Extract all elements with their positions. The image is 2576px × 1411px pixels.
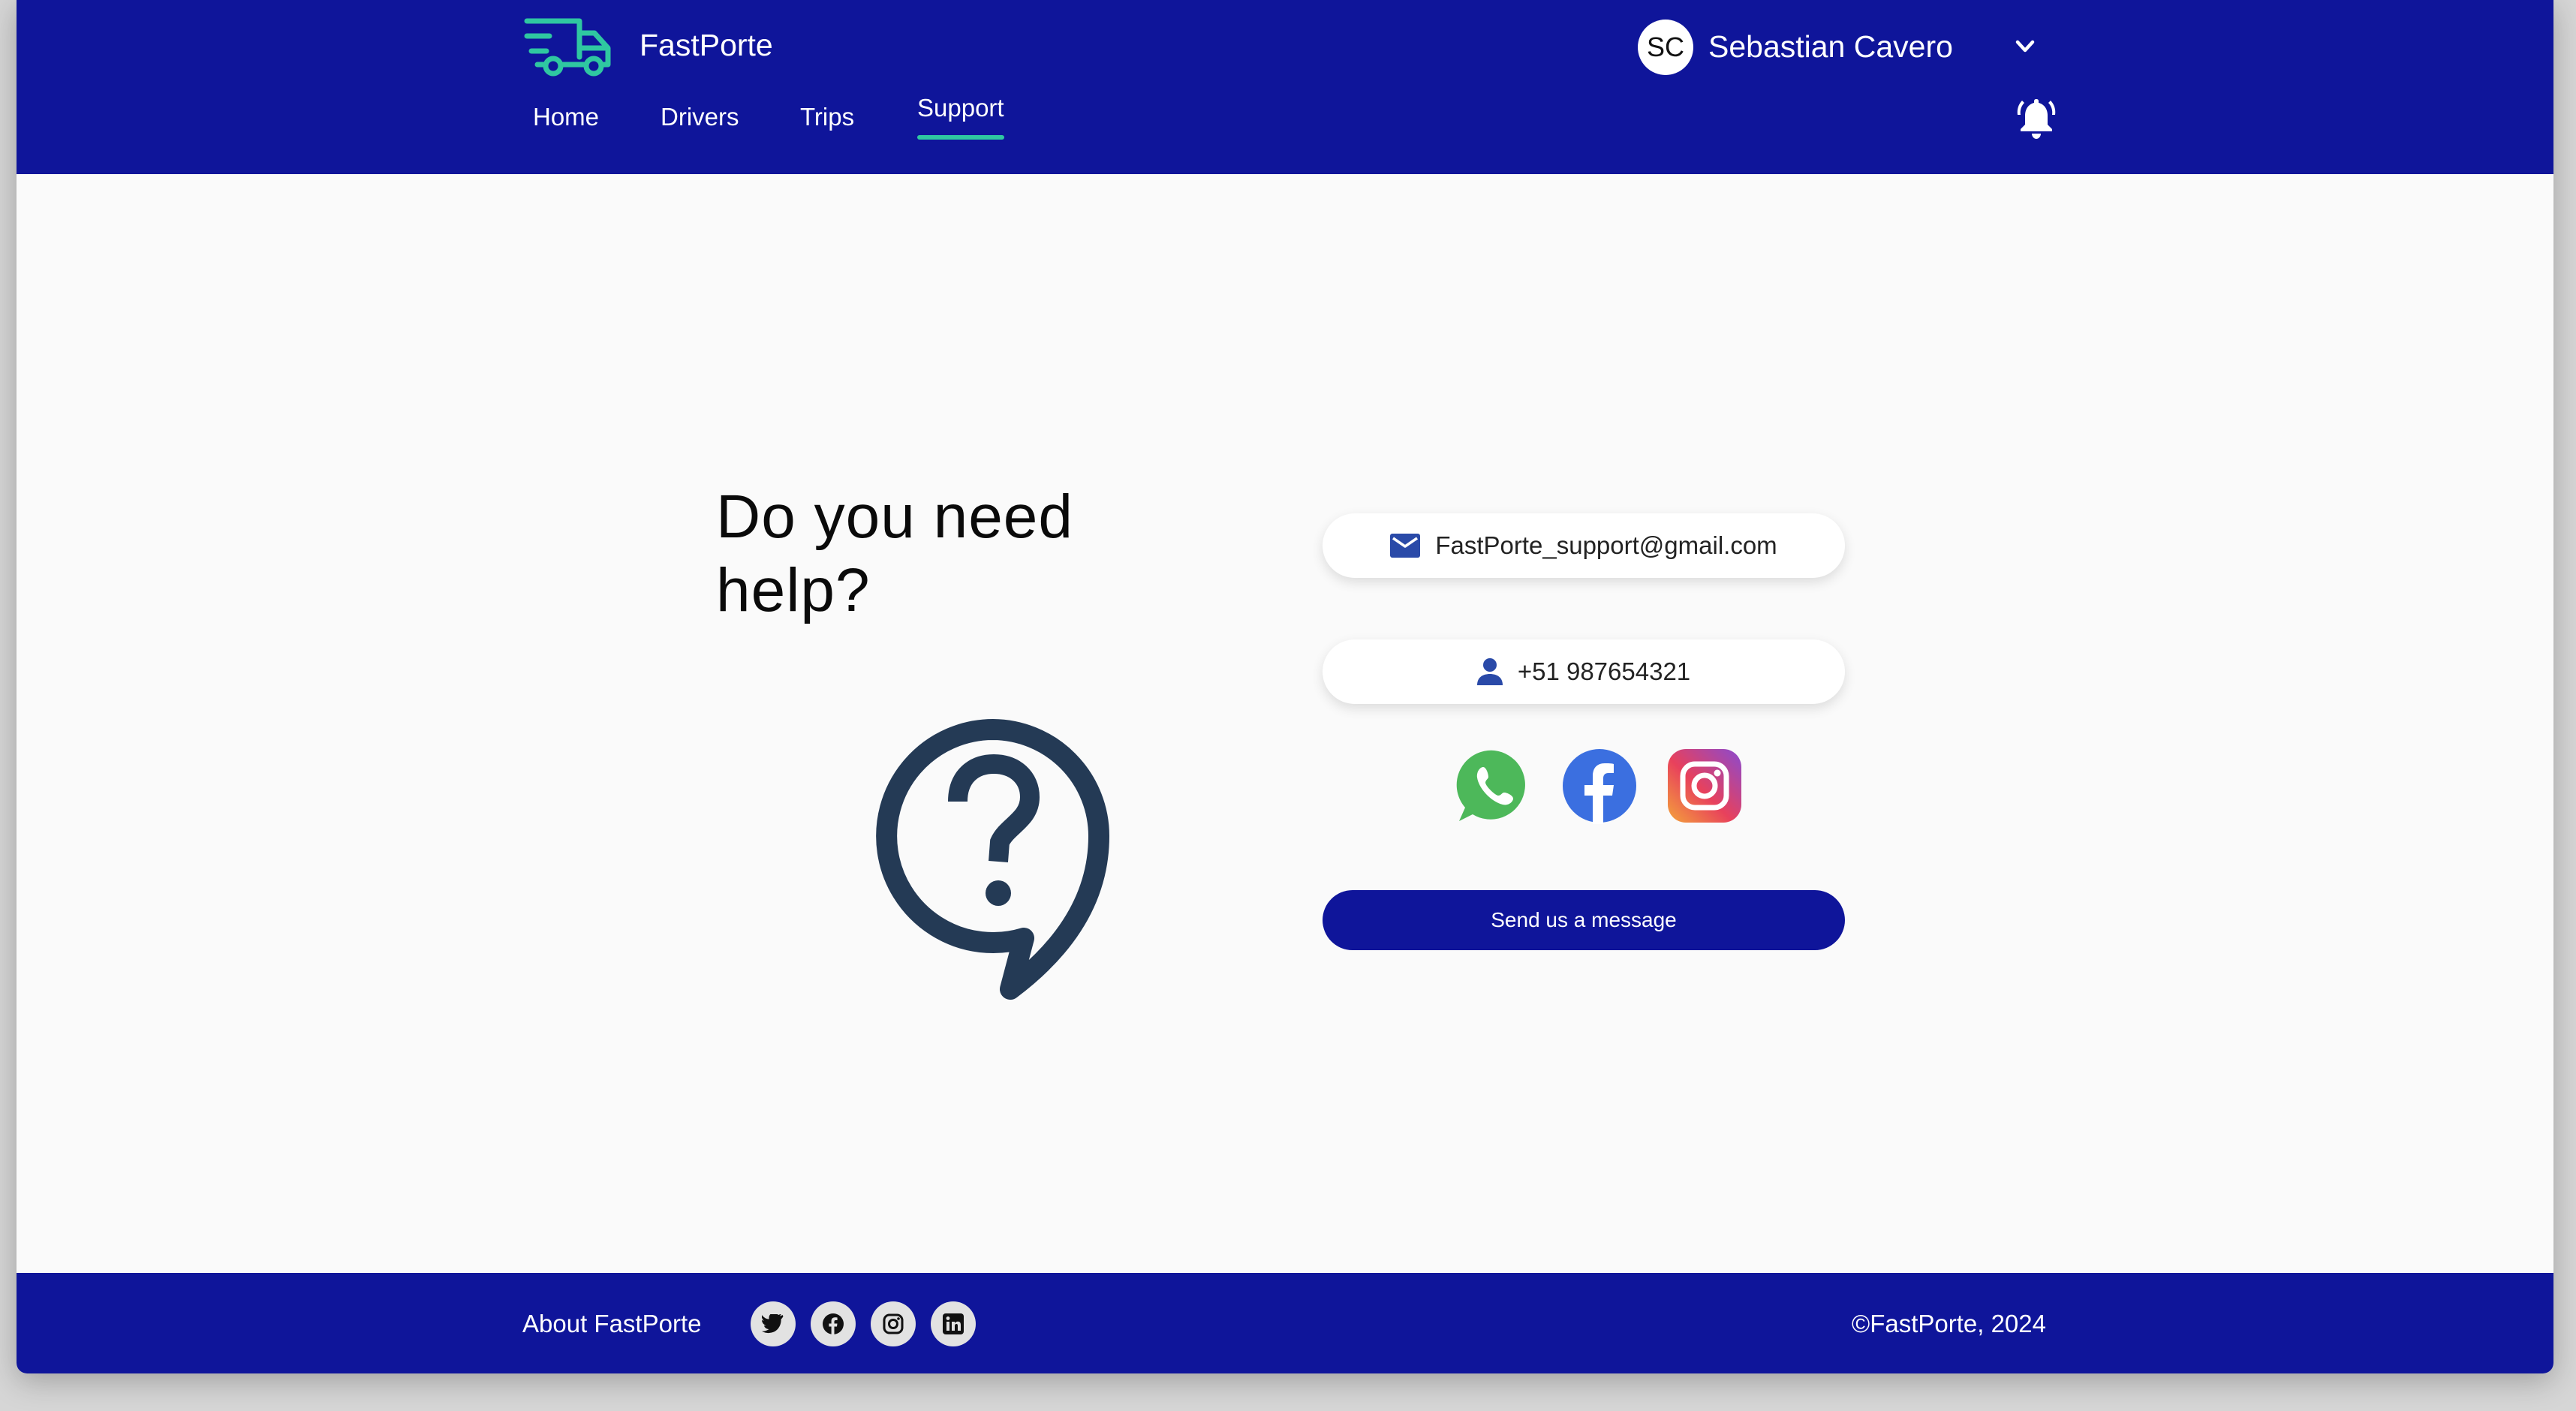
question-speech-bubble-icon xyxy=(876,719,1109,1000)
whatsapp-icon[interactable] xyxy=(1456,748,1533,824)
linkedin-glyph xyxy=(943,1313,964,1334)
support-phone[interactable]: +51 987654321 xyxy=(1518,657,1690,686)
mail-icon xyxy=(1390,534,1421,558)
bell-icon[interactable] xyxy=(2016,95,2057,140)
twitter-glyph xyxy=(762,1314,784,1334)
copyright-text: ©FastPorte, 2024 xyxy=(1851,1310,2046,1337)
facebook-icon[interactable] xyxy=(811,1301,856,1346)
app-name[interactable]: FastPorte xyxy=(639,23,773,68)
phone-contact[interactable]: +51 987654321 xyxy=(1323,639,1845,704)
instagram-glyph xyxy=(883,1313,904,1334)
twitter-icon[interactable] xyxy=(751,1301,796,1346)
nav-drivers[interactable]: Drivers xyxy=(661,96,739,138)
avatar[interactable]: SC xyxy=(1638,20,1693,75)
person-icon xyxy=(1476,658,1503,685)
nav-home[interactable]: Home xyxy=(533,96,599,138)
about-link[interactable]: About FastPorte xyxy=(522,1303,701,1345)
instagram-icon[interactable] xyxy=(1666,748,1743,824)
facebook-glyph xyxy=(823,1313,844,1335)
page-headline: Do you need help? xyxy=(716,483,1074,624)
footer: About FastPorte ©FastPorte, 2024 xyxy=(17,1273,2553,1373)
support-email[interactable]: FastPorte_support@gmail.com xyxy=(1435,531,1777,560)
chevron-down-icon[interactable] xyxy=(2010,32,2040,62)
email-contact[interactable]: FastPorte_support@gmail.com xyxy=(1323,513,1845,578)
top-navbar: FastPorte Home Drivers Trips Support SC … xyxy=(17,0,2553,174)
nav-trips[interactable]: Trips xyxy=(800,96,854,138)
facebook-icon[interactable] xyxy=(1561,748,1638,824)
linkedin-icon[interactable] xyxy=(931,1301,976,1346)
nav-support[interactable]: Support xyxy=(917,87,1004,140)
user-name[interactable]: Sebastian Cavero xyxy=(1708,24,1953,69)
delivery-truck-icon[interactable] xyxy=(524,14,614,78)
send-message-button[interactable]: Send us a message xyxy=(1323,890,1845,950)
app-window: FastPorte Home Drivers Trips Support SC … xyxy=(17,0,2553,1373)
instagram-icon[interactable] xyxy=(871,1301,916,1346)
